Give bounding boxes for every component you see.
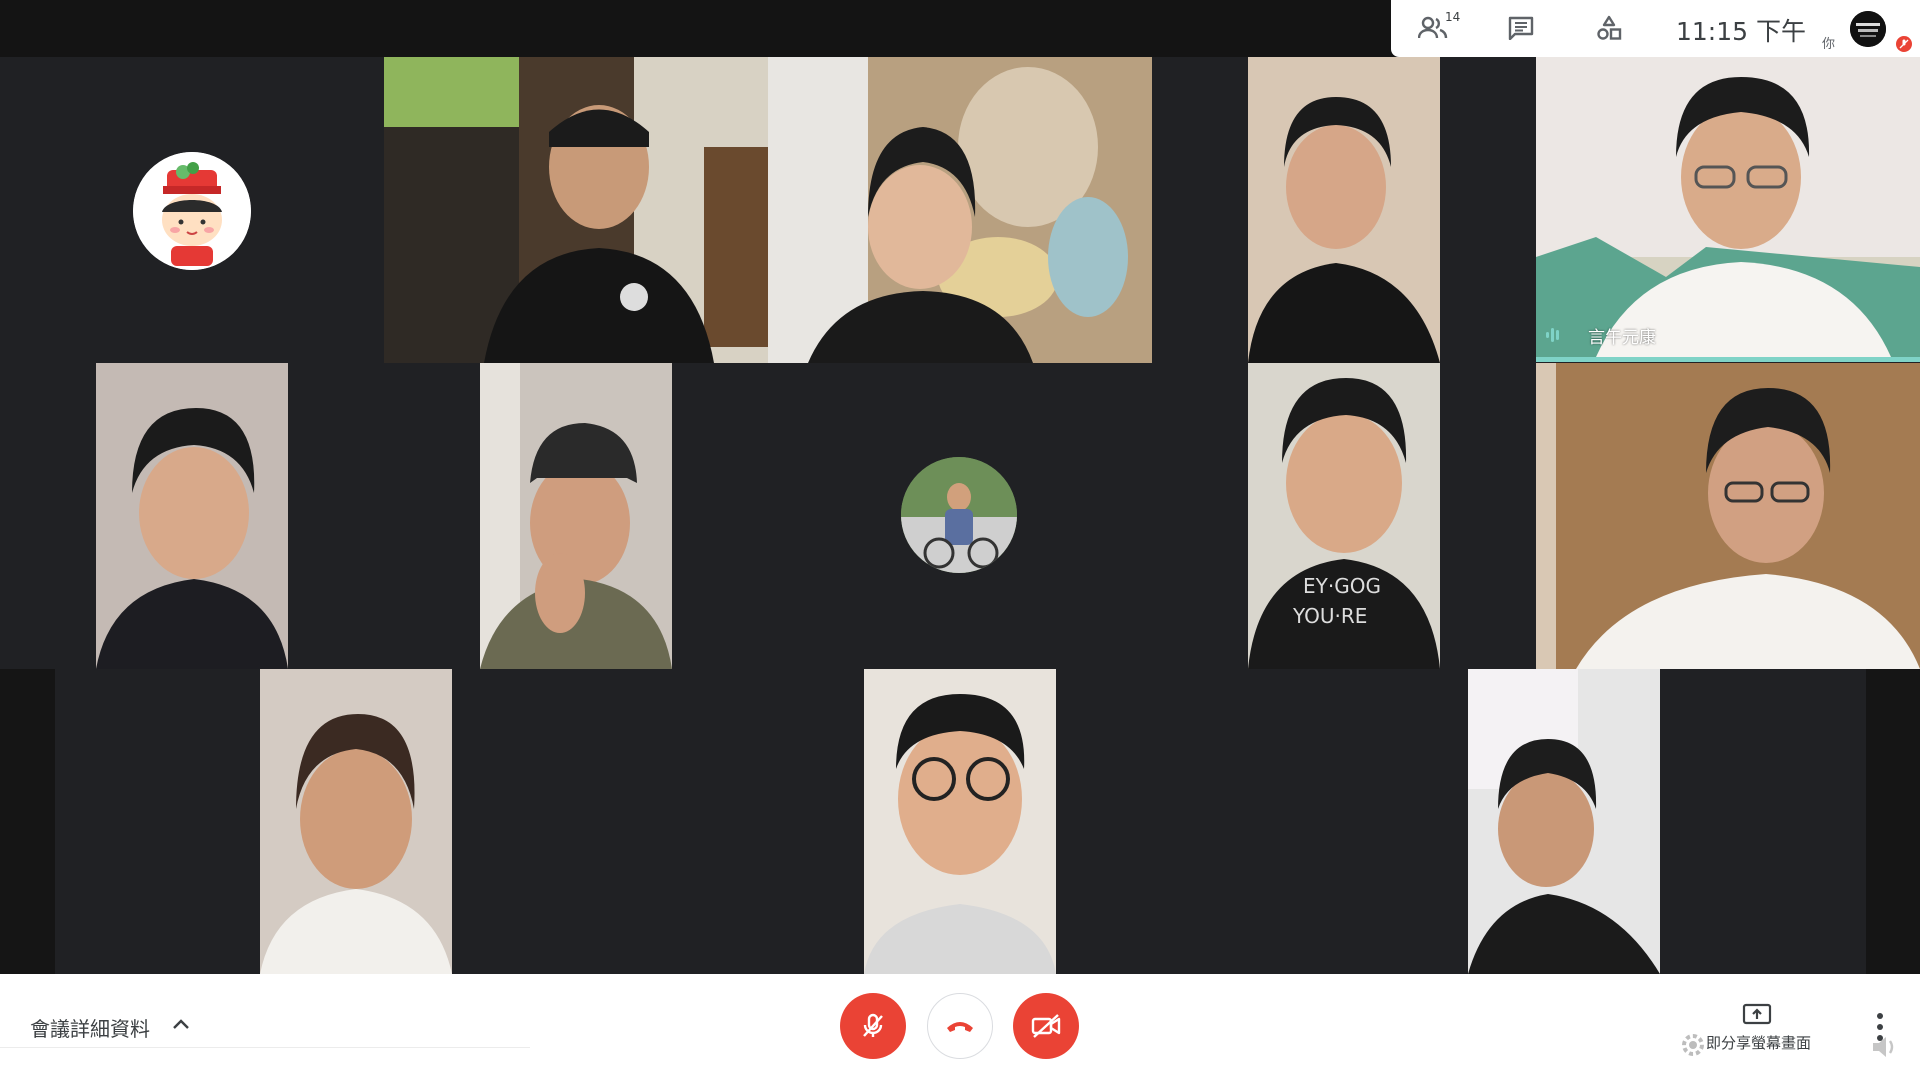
participant-avatar-cartoon bbox=[133, 152, 251, 270]
self-avatar[interactable] bbox=[1850, 11, 1886, 47]
participant-video-man-window bbox=[1468, 669, 1660, 974]
top-info-panel bbox=[1391, 0, 1920, 57]
camera-off-icon bbox=[1031, 1014, 1061, 1038]
mic-off-icon bbox=[863, 1013, 883, 1037]
active-speaker-bar bbox=[1536, 357, 1920, 362]
camera-toggle-button[interactable] bbox=[1013, 993, 1079, 1059]
participant-video-yanwu-yuankang bbox=[1536, 57, 1920, 357]
participant-video-man-eyes-closed bbox=[96, 363, 288, 669]
volume-icon[interactable] bbox=[1870, 1034, 1900, 1064]
participant-video-man-cap-hand bbox=[480, 363, 672, 669]
participant-video-young-man: EY·GOG YOU·RE bbox=[1248, 363, 1440, 669]
present-screen-label[interactable]: 即分享螢幕畫面 bbox=[1706, 1032, 1811, 1053]
activities-icon[interactable] bbox=[1592, 12, 1626, 44]
you-label: 你 bbox=[1822, 37, 1836, 52]
participants-count: 14 bbox=[1445, 10, 1461, 24]
chat-icon[interactable] bbox=[1504, 12, 1538, 44]
details-divider bbox=[0, 1047, 530, 1048]
present-screen-icon[interactable] bbox=[1742, 1002, 1772, 1032]
participant-name-tag: 言午元康 bbox=[1588, 328, 1656, 348]
participant-video-woman-painting bbox=[768, 57, 1152, 363]
hang-up-icon bbox=[947, 1022, 973, 1032]
self-muted-badge bbox=[1896, 36, 1912, 52]
participant-video-man-glasses bbox=[1536, 363, 1920, 669]
chevron-up-icon[interactable] bbox=[172, 1016, 190, 1035]
svg-text:YOU·RE: YOU·RE bbox=[1292, 604, 1367, 628]
leave-call-button[interactable] bbox=[927, 993, 993, 1059]
settings-gear-icon[interactable] bbox=[1678, 1030, 1708, 1064]
participant-video-cap-man bbox=[384, 57, 768, 363]
grid-edge-left bbox=[0, 669, 55, 974]
participant-video-laughing-man bbox=[864, 669, 1056, 974]
participant-avatar-bicycle bbox=[901, 457, 1017, 573]
clock-time: 11:15 下午 bbox=[1676, 17, 1806, 46]
svg-text:EY·GOG: EY·GOG bbox=[1303, 574, 1381, 598]
mic-toggle-button[interactable] bbox=[840, 993, 906, 1059]
speaking-indicator-icon bbox=[1545, 326, 1565, 348]
grid-edge-right bbox=[1866, 669, 1920, 974]
participant-video-man-black-tee bbox=[1248, 57, 1440, 363]
participant-video-smiling-woman bbox=[260, 669, 452, 974]
meeting-details-button[interactable]: 會議詳細資料 bbox=[30, 1013, 150, 1042]
